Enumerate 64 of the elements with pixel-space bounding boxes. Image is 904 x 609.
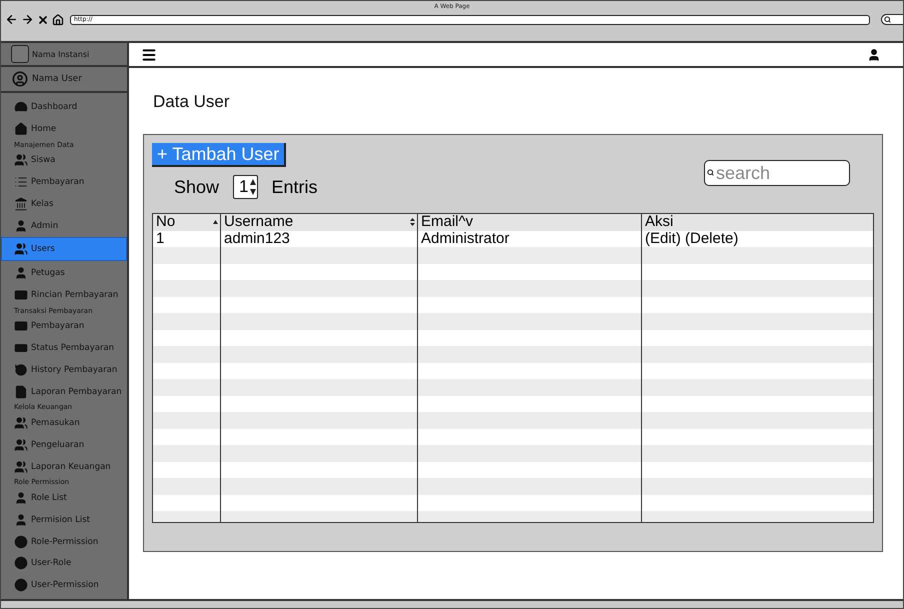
sidebar-item[interactable]: Role-Permission [1, 532, 127, 552]
browser-search-field[interactable] [881, 14, 903, 25]
item-icon [14, 288, 28, 302]
user-icon[interactable] [867, 48, 881, 62]
sidebar-item[interactable]: Admin [1, 216, 127, 236]
show-label: Show [174, 176, 220, 198]
sidebar-item[interactable]: Laporan Keuangan [1, 456, 127, 476]
sidebar-item[interactable]: Users [1, 237, 127, 262]
sidebar-item[interactable]: Role List [1, 488, 127, 508]
sidebar-item[interactable]: Rincian Pembayaran [1, 284, 127, 305]
item-icon [14, 438, 28, 452]
item-icon [14, 416, 28, 430]
column-header[interactable]: Aksi [642, 214, 873, 230]
sidebar-item[interactable]: Laporan Pembayaran [1, 382, 127, 402]
item-icon [14, 362, 28, 377]
item-icon [14, 341, 28, 355]
entries-stepper[interactable]: 1 [233, 175, 258, 199]
sort-icon[interactable] [410, 218, 415, 226]
sidebar-item[interactable]: Siswa [1, 150, 127, 170]
sidebar-item[interactable]: Pembayaran [1, 316, 127, 336]
sidebar-item[interactable]: Pemasukan [1, 413, 127, 433]
sidebar-item[interactable]: History Pembayaran [1, 360, 127, 380]
item-icon [14, 153, 28, 168]
item-icon [14, 384, 28, 398]
search-field[interactable]: search [704, 160, 850, 186]
table-cell-text: (Edit) (Delete) [644, 230, 740, 247]
item-icon [14, 218, 28, 232]
search-icon [707, 169, 714, 176]
sidebar-item[interactable]: User-Permission [1, 575, 127, 595]
item-icon [14, 491, 28, 505]
forward-icon[interactable] [21, 13, 34, 26]
entries-label: Entris [272, 176, 318, 198]
sidebar-item[interactable]: User-Role [1, 553, 127, 574]
menu-icon[interactable] [141, 46, 157, 62]
sort-icon[interactable] [213, 220, 218, 224]
item-icon [14, 578, 28, 592]
sidebar-item[interactable]: Pengeluaran [1, 434, 127, 455]
sidebar-item[interactable]: Home [1, 118, 127, 139]
item-icon [14, 319, 28, 334]
sidebar-item[interactable]: Dashboard [1, 97, 127, 117]
stepper-arrows-icon[interactable] [250, 178, 256, 196]
item-icon [14, 266, 28, 280]
home-icon[interactable] [52, 14, 64, 26]
sidebar-item[interactable]: Pembayaran [1, 172, 127, 192]
sidebar-item[interactable]: Permision List [1, 510, 127, 530]
item-icon [14, 460, 28, 474]
item-icon [14, 122, 28, 136]
item-icon [14, 242, 28, 256]
add-user-button[interactable]: + Tambah User [152, 143, 286, 167]
back-icon[interactable] [5, 13, 18, 26]
item-icon [14, 196, 28, 211]
sidebar-item[interactable]: Status Pembayaran [1, 338, 127, 358]
item-icon [14, 100, 28, 114]
item-icon [14, 512, 28, 527]
sidebar-item[interactable]: Kelas [1, 194, 127, 214]
brand-name: Nama Instansi [32, 50, 90, 58]
user-name: Nama User [32, 74, 82, 84]
sidebar-item[interactable]: Petugas [1, 263, 127, 283]
search-icon [884, 16, 891, 23]
item-icon [14, 556, 28, 570]
page-title: Data User [153, 92, 231, 112]
user-avatar-icon [12, 71, 28, 87]
item-icon [14, 534, 28, 548]
close-icon[interactable] [37, 14, 49, 26]
